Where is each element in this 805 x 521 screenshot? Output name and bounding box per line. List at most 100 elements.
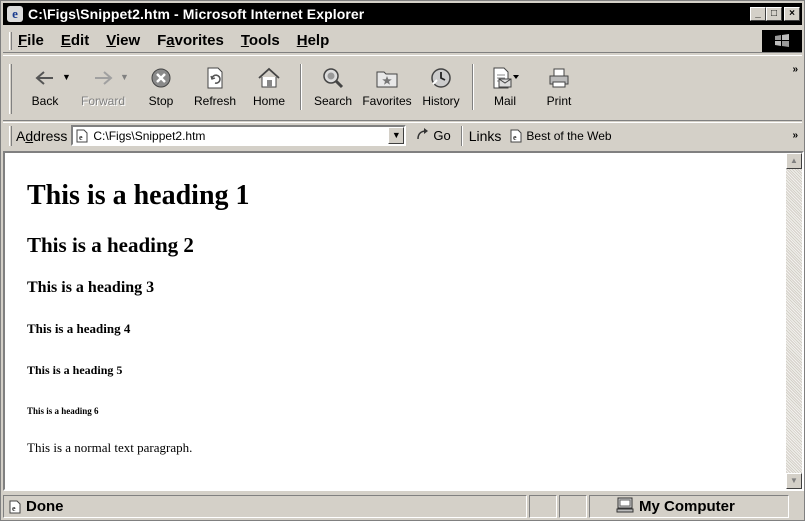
favorites-label: Favorites: [362, 94, 412, 108]
status-text: Done: [26, 498, 64, 515]
maximize-button[interactable]: □: [766, 7, 782, 21]
history-button[interactable]: History: [414, 64, 468, 108]
mail-button[interactable]: Mail: [478, 64, 532, 108]
page-icon: e: [510, 129, 522, 142]
address-label-accel: d: [25, 127, 34, 144]
body-paragraph: This is a normal text paragraph.: [27, 440, 193, 455]
home-label: Home: [252, 94, 285, 108]
search-icon: [321, 64, 345, 92]
menu-file[interactable]: File: [18, 32, 44, 49]
window-controls: _ □ ×: [750, 7, 800, 21]
menu-help-label: elp: [307, 32, 330, 49]
forward-dropdown-arrow-icon[interactable]: ▼: [120, 72, 129, 82]
page-viewport: This is a heading 1 This is a heading 2 …: [3, 151, 804, 491]
back-button[interactable]: Back: [18, 64, 72, 108]
svg-text:e: e: [79, 133, 83, 142]
window-title: C:\Figs\Snippet2.htm - Microsoft Interne…: [28, 6, 365, 22]
status-pane-empty-2: [559, 495, 587, 518]
address-label: Address: [16, 128, 67, 144]
home-button[interactable]: Home: [242, 64, 296, 108]
home-icon: [257, 64, 281, 92]
print-button[interactable]: Print: [532, 64, 586, 108]
address-bar: Address e C:\Figs\Snippet2.htm ▼ Go Link…: [3, 122, 802, 148]
favorites-folder-icon: [375, 64, 399, 92]
back-arrow-icon: [34, 64, 56, 92]
history-label: History: [422, 94, 460, 108]
menu-help-accel: H: [296, 32, 308, 49]
forward-label: Forward: [80, 94, 125, 108]
go-arrow-icon: [416, 127, 430, 144]
links-label[interactable]: Links: [469, 128, 502, 144]
stop-icon: [150, 64, 172, 92]
links-chevron-icon[interactable]: »: [792, 130, 798, 141]
menu-file-accel: F: [18, 32, 28, 49]
printer-icon: [547, 64, 571, 92]
windows-logo-icon: [762, 29, 802, 52]
menu-favorites-pre: F: [157, 32, 167, 49]
page-content: This is a heading 1 This is a heading 2 …: [5, 153, 786, 489]
scroll-up-arrow-icon[interactable]: ▲: [786, 153, 802, 169]
menu-edit-accel: E: [60, 32, 71, 49]
back-dropdown-arrow-icon[interactable]: ▼: [62, 72, 71, 82]
stop-button[interactable]: Stop: [134, 64, 188, 108]
page-icon: e: [9, 500, 21, 513]
menu-view-label: iew: [115, 32, 141, 49]
menu-file-label: ile: [27, 32, 44, 49]
menu-view[interactable]: View: [106, 32, 140, 49]
search-button[interactable]: Search: [306, 64, 360, 108]
resize-grip-icon[interactable]: [791, 495, 802, 518]
address-input[interactable]: e C:\Figs\Snippet2.htm ▼: [71, 125, 407, 146]
favorites-button[interactable]: Favorites: [360, 64, 414, 108]
svg-text:e: e: [12, 504, 16, 513]
security-zone-pane[interactable]: My Computer: [589, 495, 789, 518]
heading-2: This is a heading 2: [27, 233, 194, 257]
title-bar[interactable]: e C:\Figs\Snippet2.htm - Microsoft Inter…: [3, 3, 802, 25]
browser-window: e C:\Figs\Snippet2.htm - Microsoft Inter…: [0, 0, 805, 521]
security-zone-label: My Computer: [639, 498, 735, 515]
refresh-icon: [205, 64, 225, 92]
toolbar-grip[interactable]: [9, 64, 12, 114]
go-button[interactable]: Go: [416, 127, 451, 144]
stop-label: Stop: [148, 94, 174, 108]
my-computer-icon: [616, 497, 634, 517]
address-dropdown-icon[interactable]: ▼: [388, 127, 405, 144]
heading-6: This is a heading 6: [27, 406, 99, 416]
toolbar-separator: [300, 64, 302, 110]
toolbar-separator: [472, 64, 474, 110]
heading-3: This is a heading 3: [27, 279, 155, 296]
history-icon: [429, 64, 453, 92]
go-label: Go: [433, 128, 451, 143]
menu-tools-label: ools: [248, 32, 280, 49]
link-best-of-the-web[interactable]: e Best of the Web: [509, 128, 612, 143]
menu-view-accel: V: [106, 32, 116, 49]
vertical-scrollbar[interactable]: ▲ ▼: [786, 153, 802, 489]
close-button[interactable]: ×: [784, 7, 800, 21]
address-value: C:\Figs\Snippet2.htm: [93, 128, 206, 143]
menu-favorites[interactable]: Favorites: [157, 32, 224, 49]
address-grip[interactable]: [9, 125, 12, 146]
print-label: Print: [546, 94, 572, 108]
menu-tools-accel: T: [240, 32, 249, 49]
mail-label: Mail: [493, 94, 516, 108]
address-label-pre: A: [16, 127, 26, 144]
menu-edit[interactable]: Edit: [61, 32, 89, 49]
address-label-rest: dress: [33, 127, 68, 144]
toolbar-chevron-icon[interactable]: »: [792, 64, 798, 75]
menu-edit-label: dit: [70, 32, 90, 49]
menu-help[interactable]: Help: [297, 32, 330, 49]
menu-grip[interactable]: [9, 31, 12, 50]
scroll-down-arrow-icon[interactable]: ▼: [786, 473, 802, 489]
svg-text:e: e: [513, 133, 517, 142]
standard-toolbar: Back ▼ Forward ▼ Stop Refresh Home Searc…: [3, 55, 802, 121]
menu-tools[interactable]: Tools: [241, 32, 280, 49]
heading-4: This is a heading 4: [27, 321, 131, 336]
heading-1: This is a heading 1: [27, 180, 250, 211]
minimize-button[interactable]: _: [750, 7, 766, 21]
forward-button[interactable]: Forward: [76, 64, 130, 108]
status-pane-empty-1: [529, 495, 557, 518]
link-best-of-the-web-label: Best of the Web: [526, 128, 612, 143]
menu-favorites-label: vorites: [174, 32, 224, 49]
refresh-button[interactable]: Refresh: [188, 64, 242, 108]
menu-bar: File Edit View Favorites Tools Help: [3, 29, 802, 53]
page-icon: e: [76, 129, 88, 142]
